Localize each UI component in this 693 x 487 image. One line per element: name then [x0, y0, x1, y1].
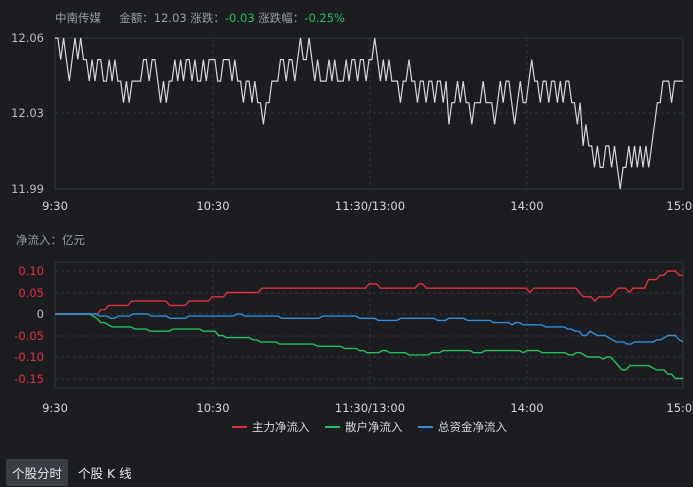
flow-y-tick-label: -0.10 — [14, 350, 44, 364]
price-x-tick-label: 15:00 — [666, 199, 693, 213]
chart-tabs: 个股分时 个股 K 线 — [6, 459, 138, 486]
price-y-tick-label: 12.03 — [11, 106, 44, 120]
flow-unit-label: 净流入：亿元 — [16, 233, 85, 247]
legend-label: 散户净流入 — [345, 420, 403, 434]
flow-x-tick-label: 15:00 — [666, 401, 693, 415]
intraday-charts: 12.06 12.03 11.99 9:30 10:30 11:30/13:00 14:00… — [11, 31, 693, 434]
flow-x-tick-label: 9:30 — [42, 401, 68, 415]
price-y-tick-label: 11.99 — [11, 182, 44, 196]
flow-y-tick-label: -0.15 — [14, 372, 44, 386]
flow-x-tick-label: 10:30 — [196, 401, 229, 415]
price-x-tick-label: 9:30 — [42, 199, 68, 213]
flow-y-tick-label: -0.05 — [14, 329, 44, 343]
flow-x-tick-label: 14:00 — [510, 401, 543, 415]
legend-label: 总资金净流入 — [438, 420, 507, 434]
flow-y-tick-label: 0.10 — [18, 264, 44, 278]
price-x-tick-label: 14:00 — [510, 199, 543, 213]
retail-flow-line — [55, 313, 683, 380]
tab-kline[interactable]: 个股 K 线 — [72, 459, 138, 486]
flow-y-tick-label: 0 — [37, 307, 44, 321]
flow-panel-frame — [54, 261, 684, 389]
total-flow-line — [55, 313, 684, 345]
legend-label: 主力净流入 — [252, 420, 310, 434]
price-x-tick-label: 10:30 — [196, 199, 229, 213]
flow-x-tick-label: 11:30/13:00 — [335, 401, 405, 415]
price-y-tick-label: 12.06 — [11, 31, 44, 45]
price-x-tick-label: 11:30/13:00 — [335, 199, 405, 213]
tab-intraday[interactable]: 个股分时 — [6, 459, 69, 486]
flow-y-tick-label: 0.05 — [18, 286, 44, 300]
